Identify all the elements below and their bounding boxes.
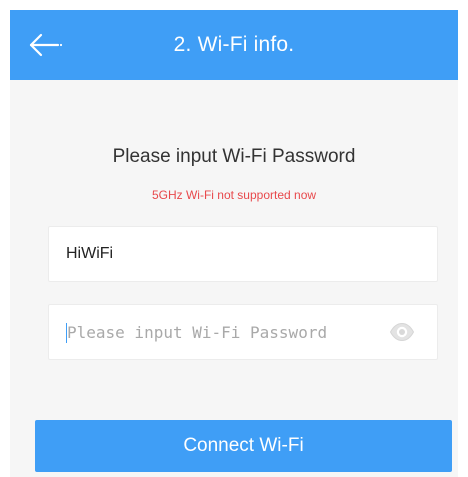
back-button[interactable] xyxy=(28,30,64,60)
ssid-input[interactable] xyxy=(66,227,406,281)
wifi-info-screen: 2. Wi-Fi info. Please input Wi-Fi Passwo… xyxy=(0,0,468,477)
back-arrow-icon xyxy=(29,33,63,57)
header-bar: 2. Wi-Fi info. xyxy=(10,10,458,80)
password-field[interactable] xyxy=(48,304,438,360)
5ghz-warning-text: 5GHz Wi-Fi not supported now xyxy=(151,188,317,202)
toggle-password-visibility-button[interactable] xyxy=(389,322,415,342)
ssid-field[interactable] xyxy=(48,226,438,282)
page-title: 2. Wi-Fi info. xyxy=(173,33,295,56)
connect-wifi-button[interactable]: Connect Wi-Fi xyxy=(35,420,452,472)
password-input[interactable] xyxy=(67,305,377,359)
password-prompt-heading: Please input Wi-Fi Password xyxy=(112,146,356,167)
eye-icon xyxy=(389,322,415,342)
